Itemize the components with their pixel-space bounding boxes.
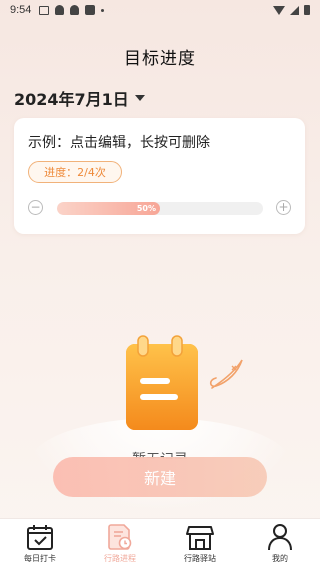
notification-icons [39,5,105,15]
person-icon [268,524,292,551]
page-title: 目标进度 [124,49,196,69]
app-notification-icon [55,5,65,15]
battery-icon [304,5,310,15]
status-bar: 9:54 [0,0,320,20]
tab-progress[interactable]: 行路进程 [80,519,160,568]
wifi-icon [273,5,285,15]
goal-card[interactable]: 示例：点击编辑，长按可删除 进度：2/4次 − 50% + [14,118,305,234]
tab-label: 行路进程 [104,554,136,563]
increment-button[interactable]: + [276,200,291,215]
more-notifications-dot-icon [101,8,105,12]
document-clock-icon [108,524,132,550]
progress-percent: 50% [136,204,156,213]
tab-label: 我的 [272,554,288,563]
calendar-check-icon [27,525,53,550]
app-notification-icon-3 [85,5,96,15]
signal-icon [290,5,299,15]
image-notification-icon [39,5,50,15]
store-icon [186,526,214,550]
tab-mine[interactable]: 我的 [240,519,320,568]
progress-track: 50% [57,202,263,215]
tab-station[interactable]: 行路驿站 [160,519,240,568]
decrement-button[interactable]: − [28,200,43,215]
bottom-tabbar: 每日打卡 行路进程 行路驿站 我的 [0,518,320,568]
empty-notepad-icon [126,335,243,430]
progress-badge: 进度：2/4次 [28,161,122,183]
date-selector[interactable]: 2024年7月1日 [14,86,145,110]
new-button[interactable]: 新建 [53,457,267,497]
caret-down-icon [134,95,145,101]
app-notification-icon-2 [70,5,80,15]
system-icons [273,5,310,15]
status-time: 9:54 [10,4,32,16]
tab-label: 每日打卡 [24,554,56,563]
tab-daily-checkin[interactable]: 每日打卡 [0,519,80,568]
tab-label: 行路驿站 [184,554,216,563]
goal-title: 示例：点击编辑，长按可删除 [28,135,210,151]
date-label: 2024年7月1日 [14,90,129,109]
